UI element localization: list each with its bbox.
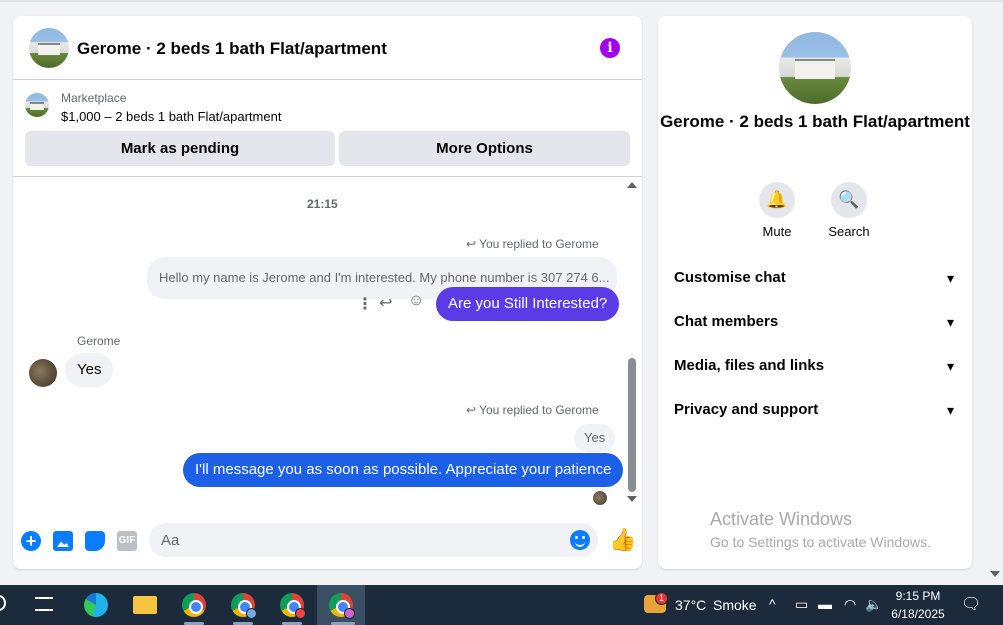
mute-button[interactable]: 🔔 Mute (747, 182, 807, 239)
message-input[interactable] (149, 523, 598, 557)
bell-icon[interactable]: 🔔 (759, 182, 795, 218)
edge-browser-icon[interactable] (84, 593, 108, 617)
clock-time[interactable]: 9:15 PM (888, 588, 948, 604)
activate-windows-watermark: Activate Windows Go to Settings to activ… (710, 509, 931, 550)
reply-arrow-icon: ↩ (466, 237, 477, 251)
marketplace-bar: Marketplace $1,000 – 2 beds 1 bath Flat/… (13, 81, 642, 177)
more-actions-icon[interactable]: ⋮ (357, 294, 373, 314)
scroll-up-arrow[interactable] (627, 182, 637, 188)
chevron-down-icon: ▾ (946, 314, 954, 330)
gif-icon[interactable]: GIF (117, 531, 137, 551)
menu-customise-chat[interactable]: Customise chat ▾ (674, 256, 958, 300)
info-icon[interactable]: i (600, 38, 620, 58)
chevron-down-icon: ▾ (946, 270, 954, 286)
windows-taskbar: 1 37°C Smoke ^ ▭ ▬ ◠ 🔈 9:15 PM 6/18/2025… (0, 585, 1003, 625)
chat-title[interactable]: Gerome · 2 beds 1 bath Flat/apartment (77, 39, 387, 59)
thumbs-up-icon[interactable]: 👍 (609, 527, 636, 553)
marketplace-label: Marketplace (61, 91, 127, 105)
chat-panel: Gerome · 2 beds 1 bath Flat/apartment i … (13, 16, 642, 569)
search-icon[interactable] (0, 595, 6, 611)
message-timestamp: 21:15 (307, 197, 338, 211)
file-explorer-icon[interactable] (133, 596, 157, 614)
menu-privacy-support[interactable]: Privacy and support ▾ (674, 388, 958, 432)
top-border (0, 0, 1003, 2)
sent-message[interactable]: Are you Still Interested? (436, 287, 620, 321)
weather-temperature[interactable]: 37°C (675, 597, 706, 613)
listing-avatar-large[interactable] (779, 32, 851, 104)
listing-text[interactable]: $1,000 – 2 beds 1 bath Flat/apartment (61, 109, 281, 124)
profile-badge-icon (344, 608, 355, 619)
chat-header: Gerome · 2 beds 1 bath Flat/apartment i (13, 16, 642, 80)
mark-as-pending-button[interactable]: Mark as pending (25, 131, 335, 166)
listing-avatar[interactable] (29, 28, 69, 68)
sticker-icon[interactable] (85, 531, 105, 551)
battery-icon[interactable]: ▬ (818, 596, 832, 612)
menu-media-files-links[interactable]: Media, files and links ▾ (674, 344, 958, 388)
meet-now-icon[interactable]: ▭ (795, 596, 808, 613)
react-emoji-icon[interactable]: ☺ (408, 292, 424, 310)
scrollbar-thumb[interactable] (628, 358, 636, 492)
search-button[interactable]: 🔍 Search (819, 182, 879, 239)
conversation-info-panel: Gerome · 2 beds 1 bath Flat/apartment 🔔 … (658, 16, 972, 569)
weather-alert-badge: 1 (655, 592, 668, 605)
reply-icon[interactable]: ↩ (379, 293, 392, 313)
chrome-icon[interactable] (182, 593, 206, 617)
weather-description[interactable]: Smoke (713, 597, 757, 613)
message-composer: + GIF 👍 (13, 521, 642, 569)
page-scroll-down-arrow[interactable] (990, 571, 1000, 577)
conversation-title: Gerome · 2 beds 1 bath Flat/apartment (660, 112, 970, 131)
more-options-button[interactable]: More Options (339, 131, 630, 166)
profile-badge-icon (246, 608, 257, 619)
profile-badge-icon (295, 608, 306, 619)
reply-indicator: ↩ You replied to Gerome (466, 403, 599, 417)
listing-thumbnail[interactable] (25, 93, 49, 117)
sender-name: Gerome (77, 334, 121, 348)
scroll-down-arrow[interactable] (627, 496, 637, 502)
quoted-message[interactable]: Yes (574, 424, 616, 452)
plus-icon[interactable]: + (21, 531, 41, 551)
emoji-icon[interactable] (570, 530, 590, 550)
received-message[interactable]: Yes (65, 353, 114, 387)
notifications-icon[interactable]: 🗨 (961, 594, 981, 614)
menu-chat-members[interactable]: Chat members ▾ (674, 300, 958, 344)
task-view-icon[interactable] (35, 597, 53, 611)
search-label: Search (828, 224, 870, 239)
chevron-up-icon[interactable]: ^ (769, 596, 776, 612)
volume-icon[interactable]: 🔈 (865, 596, 882, 613)
reply-arrow-icon: ↩ (466, 403, 477, 417)
sender-avatar[interactable] (29, 359, 57, 387)
chevron-down-icon: ▾ (946, 358, 954, 374)
seen-indicator-avatar (593, 491, 607, 505)
clock-date[interactable]: 6/18/2025 (888, 606, 948, 622)
mute-label: Mute (762, 224, 792, 239)
wifi-icon[interactable]: ◠ (844, 596, 856, 613)
search-icon[interactable]: 🔍 (831, 182, 867, 218)
reply-indicator: ↩ You replied to Gerome (466, 237, 599, 251)
chevron-down-icon: ▾ (946, 402, 954, 418)
sent-message[interactable]: I'll message you as soon as possible. Ap… (183, 453, 624, 487)
photo-icon[interactable] (53, 531, 73, 551)
